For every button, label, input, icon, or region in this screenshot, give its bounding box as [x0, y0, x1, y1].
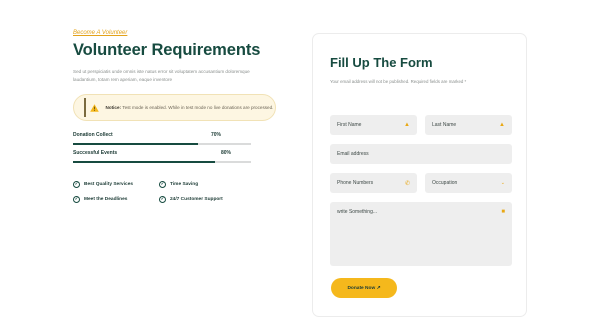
form-note: Your email address will not be published…	[330, 79, 467, 84]
progress-events: Successful Events 80%	[73, 150, 251, 163]
email-field[interactable]: Email address	[330, 144, 512, 164]
message-textarea[interactable]: write Something... ■	[330, 202, 512, 266]
progress-label: Successful Events	[73, 150, 118, 156]
test-mode-notice: Notice: Test mode is enabled. While in t…	[73, 94, 276, 121]
donate-now-button[interactable]: Donate Now ↗	[331, 278, 397, 298]
check-circle-icon: ✓	[73, 181, 80, 188]
progress-track	[73, 161, 251, 163]
notice-text: Notice: Test mode is enabled. While in t…	[106, 104, 274, 112]
progress-fill	[73, 161, 216, 163]
phone-placeholder: Phone Numbers	[337, 180, 374, 186]
check-circle-icon: ✓	[159, 181, 166, 188]
feature-label: Time Saving	[170, 182, 199, 187]
progress-donation: Donation Collect 70%	[73, 132, 251, 145]
check-circle-icon: ✓	[159, 196, 166, 203]
chevron-down-icon: ⌄	[500, 180, 505, 186]
feature-label: Meet the Deadlines	[84, 197, 128, 202]
progress-percent: 70%	[210, 132, 221, 138]
first-name-field[interactable]: First Name ▲	[330, 115, 417, 135]
feature-label: Best Quality Services	[84, 182, 134, 187]
feature-item: ✓ 24/7 Customer Support	[159, 196, 269, 203]
user-icon: ▲	[404, 122, 410, 128]
user-icon: ▲	[499, 122, 505, 128]
note-icon: ■	[501, 209, 505, 215]
feature-item: ✓ Time Saving	[159, 181, 269, 188]
occupation-placeholder: Occupation	[432, 180, 458, 186]
section-description: Sed ut perspiciatis unde omnis iste natu…	[73, 69, 250, 82]
notice-divider	[84, 98, 86, 117]
progress-label: Donation Collect	[73, 132, 113, 138]
check-circle-icon: ✓	[73, 196, 80, 203]
phone-icon: ✆	[404, 180, 410, 187]
volunteer-form-card: Fill Up The Form Your email address will…	[312, 33, 527, 317]
feature-item: ✓ Meet the Deadlines	[73, 196, 159, 203]
form-title: Fill Up The Form	[330, 55, 433, 70]
feature-label: 24/7 Customer Support	[170, 197, 223, 202]
volunteer-section: Become A Volunteer Volunteer Requirement…	[73, 30, 278, 203]
notice-label: Notice:	[105, 104, 122, 110]
feature-item: ✓ Best Quality Services	[73, 181, 159, 188]
progress-track	[73, 143, 251, 145]
progress-fill	[73, 143, 198, 145]
email-placeholder: Email address	[337, 151, 369, 157]
last-name-field[interactable]: Last Name ▲	[425, 115, 512, 135]
feature-list: ✓ Best Quality Services ✓ Time Saving ✓ …	[73, 181, 278, 203]
phone-field[interactable]: Phone Numbers ✆	[330, 173, 417, 193]
notice-message: Test mode is enabled. While in test mode…	[122, 104, 274, 110]
occupation-select[interactable]: Occupation ⌄	[425, 173, 512, 193]
eyebrow-link[interactable]: Become A Volunteer	[73, 30, 278, 36]
message-placeholder: write Something...	[337, 209, 378, 215]
last-name-placeholder: Last Name	[432, 122, 457, 128]
page-title: Volunteer Requirements	[73, 41, 261, 59]
first-name-placeholder: First Name	[337, 122, 362, 128]
progress-percent: 80%	[220, 150, 231, 156]
warning-icon	[90, 103, 100, 113]
